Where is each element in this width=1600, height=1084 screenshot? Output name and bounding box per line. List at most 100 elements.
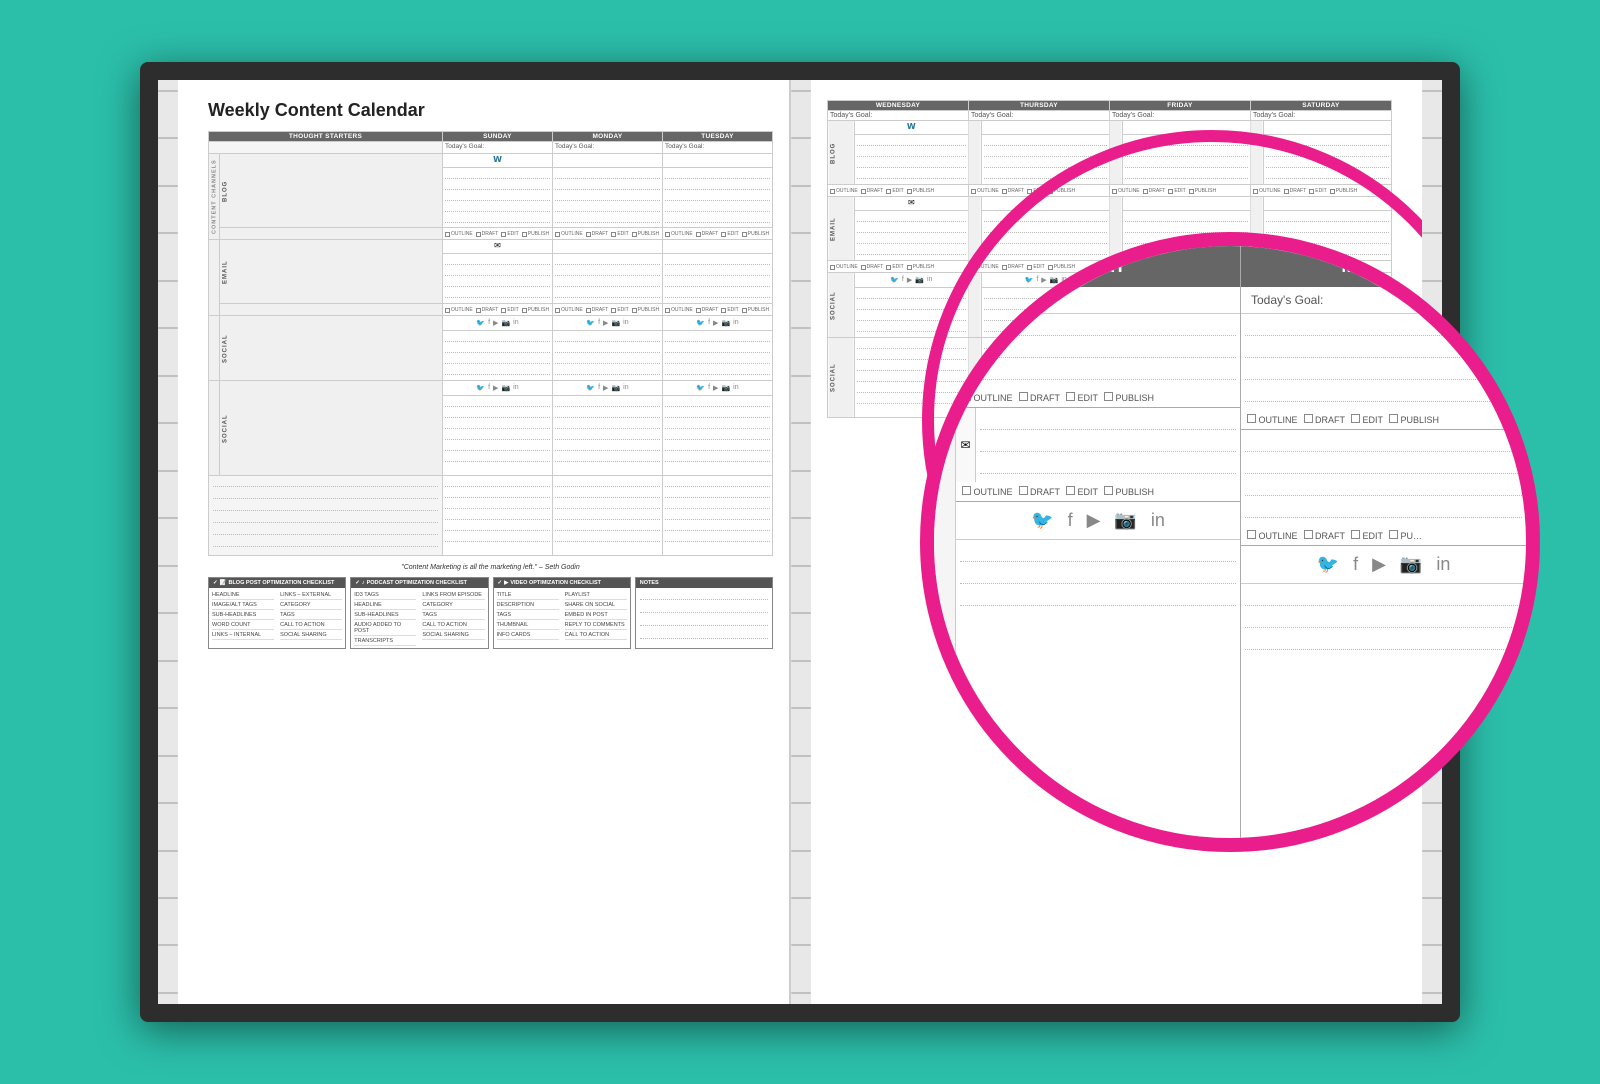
right-email-cb-wed[interactable]: OUTLINE DRAFT EDIT PUBLISH [828,261,969,273]
right-email-content-sat[interactable] [1264,211,1392,261]
social1-icons-row: SOCIAL 🐦 f ▶ 📷 in 🐦 f [209,316,773,331]
social1-content-tuesday[interactable] [663,331,773,381]
right-blog-label-2 [968,121,981,185]
twitter-icon-t: 🐦 [696,319,705,327]
youtube-icon-m: ▶ [603,319,608,327]
right-email-label-4 [1250,197,1263,261]
right-social2-wed[interactable] [854,338,968,418]
right-social1-content-sat[interactable] [1264,288,1392,338]
linkedin-icon: in [513,319,518,327]
right-social2-thu[interactable] [982,338,1110,418]
social2-content-monday[interactable] [553,396,663,476]
right-social1-label-4 [1250,273,1263,338]
social2-icons-row: SOCIAL 🐦 f ▶ 📷 in 🐦f▶📷in [209,381,773,396]
right-email-content-thu[interactable] [982,211,1110,261]
social1-content-sunday[interactable] [443,331,553,381]
right-social-icons-fri: 🐦f▶📷in [1123,273,1251,288]
video-checklist: ✓ ▶ VIDEO OPTIMIZATION CHECKLIST TITLE D… [493,577,631,649]
social1-content-monday[interactable] [553,331,663,381]
right-blog-cb-fri[interactable]: OUTLINE DRAFT EDIT PUBLISH [1109,185,1250,197]
right-blog-content-thu[interactable] [982,135,1110,185]
right-social1-content-wed[interactable] [854,288,968,338]
email-content-sunday[interactable] [443,254,553,304]
right-social1-icons-row: SOCIAL 🐦f▶📷in 🐦f▶📷in 🐦f▶📷in 🐦f▶📷in [828,273,1392,288]
thu-goal[interactable]: Today's Goal: [968,111,1109,121]
wed-goal[interactable]: Today's Goal: [828,111,969,121]
pc-sub: SUB-HEADLINES [354,610,416,620]
notes-box: NOTES [635,577,773,649]
sat-goal[interactable]: Today's Goal: [1250,111,1391,121]
blog-cb-monday[interactable]: OUTLINE DRAFT EDIT PUBLISH [553,228,663,240]
right-social-icons-sat: 🐦f▶📷in [1264,273,1392,288]
right-blog-cb-wed[interactable]: OUTLINE DRAFT EDIT PUBLISH [828,185,969,197]
right-blog-cb-sat[interactable]: OUTLINE DRAFT EDIT PUBLISH [1250,185,1391,197]
blog-checkbox-row: OUTLINE DRAFT EDIT PUBLISH OUTLINE DRAFT… [209,228,773,240]
email-label-2 [220,304,443,316]
email-icon-tuesday [663,240,773,254]
email-content-monday[interactable] [553,254,663,304]
extra-monday[interactable] [553,476,663,556]
email-cb-monday[interactable]: OUTLINE DRAFT EDIT PUBLISH [553,304,663,316]
cl-category: CATEGORY [280,600,342,610]
right-social1-content-fri[interactable] [1123,288,1251,338]
spine-right [1422,80,1442,1004]
cl-tags: TAGS [280,610,342,620]
email-cb-sunday[interactable]: OUTLINE DRAFT EDIT PUBLISH [443,304,553,316]
instagram-icon: 📷 [501,319,510,327]
instagram-icon-t: 📷 [721,319,730,327]
social2-content-sunday[interactable] [443,396,553,476]
right-social2-label: SOCIAL [828,338,855,418]
youtube-icon-s2: ▶ [493,384,498,392]
extra-sunday[interactable] [443,476,553,556]
right-email-cb-thu[interactable]: OUTLINE DRAFT EDIT PUBLISH [968,261,1109,273]
right-email-content-wed[interactable] [854,211,968,261]
blog-content-sunday[interactable] [443,168,553,228]
right-email-content-fri[interactable] [1123,211,1251,261]
right-quote: "Content is the reason search began in t… [827,426,1392,433]
blog-cb-tuesday[interactable]: OUTLINE DRAFT EDIT PUBLISH [663,228,773,240]
email-content-tuesday[interactable] [663,254,773,304]
pc-tags: TAGS [422,610,484,620]
right-social1-content-thu[interactable] [982,288,1110,338]
right-social2-fri[interactable] [1123,338,1251,418]
right-blog-content-fri[interactable] [1123,135,1251,185]
right-page: WEDNESDAY THURSDAY FRIDAY SATURDAY Today… [811,80,1422,1004]
fri-goal[interactable]: Today's Goal: [1109,111,1250,121]
right-social2-sat[interactable] [1264,338,1392,418]
cl-image-tags: IMAGE/ALT TAGS [212,600,274,610]
vc-share: SHARE ON SOCIAL [565,600,627,610]
blog-label: BLOG [220,154,443,228]
right-blog-cb-thu[interactable]: OUTLINE DRAFT EDIT PUBLISH [968,185,1109,197]
vc-embed: EMBED IN POST [565,610,627,620]
email-label: EMAIL [220,240,443,304]
tuesday-goal[interactable]: Today's Goal: [663,142,773,154]
email-icon-monday [553,240,663,254]
right-blog-label: BLOG [828,121,855,185]
blog-cb-sunday[interactable]: OUTLINE DRAFT EDIT PUBLISH [443,228,553,240]
pc-social: SOCIAL SHARING [422,630,484,640]
right-social2-row: SOCIAL [828,338,1392,418]
twitter-icon: 🐦 [476,319,485,327]
right-email-cb-sat[interactable]: OUTLINE DRAFT EDIT PUBLISH [1250,261,1391,273]
right-blog-content-sat[interactable] [1264,135,1392,185]
sunday-goal[interactable]: Today's Goal: [443,142,553,154]
thought-starters-row [209,476,773,556]
vc-thumb: THUMBNAIL [497,620,559,630]
facebook-icon-s2: f [488,384,490,392]
extra-tuesday[interactable] [663,476,773,556]
monday-goal[interactable]: Today's Goal: [553,142,663,154]
blog-content-monday[interactable] [553,168,663,228]
right-social2-label-3 [1109,338,1122,418]
social1-icons-monday: 🐦 f ▶ 📷 in [553,316,663,331]
social2-content-tuesday[interactable] [663,396,773,476]
blog-content-tuesday[interactable] [663,168,773,228]
email-cb-tuesday[interactable]: OUTLINE DRAFT EDIT PUBLISH [663,304,773,316]
notes-content[interactable] [636,588,772,638]
left-calendar-table: THOUGHT STARTERS SUNDAY MONDAY TUESDAY T… [208,131,773,556]
instagram-icon-s2: 📷 [501,384,510,392]
social1-label: SOCIAL [220,316,443,381]
right-email-cb-fri[interactable]: OUTLINE DRAFT EDIT PUBLISH [1109,261,1250,273]
cl-social-sharing: SOCIAL SHARING [280,630,342,640]
right-email-cb-row: OUTLINE DRAFT EDIT PUBLISH OUTLINE DRAFT… [828,261,1392,273]
right-blog-content-wed[interactable] [854,135,968,185]
